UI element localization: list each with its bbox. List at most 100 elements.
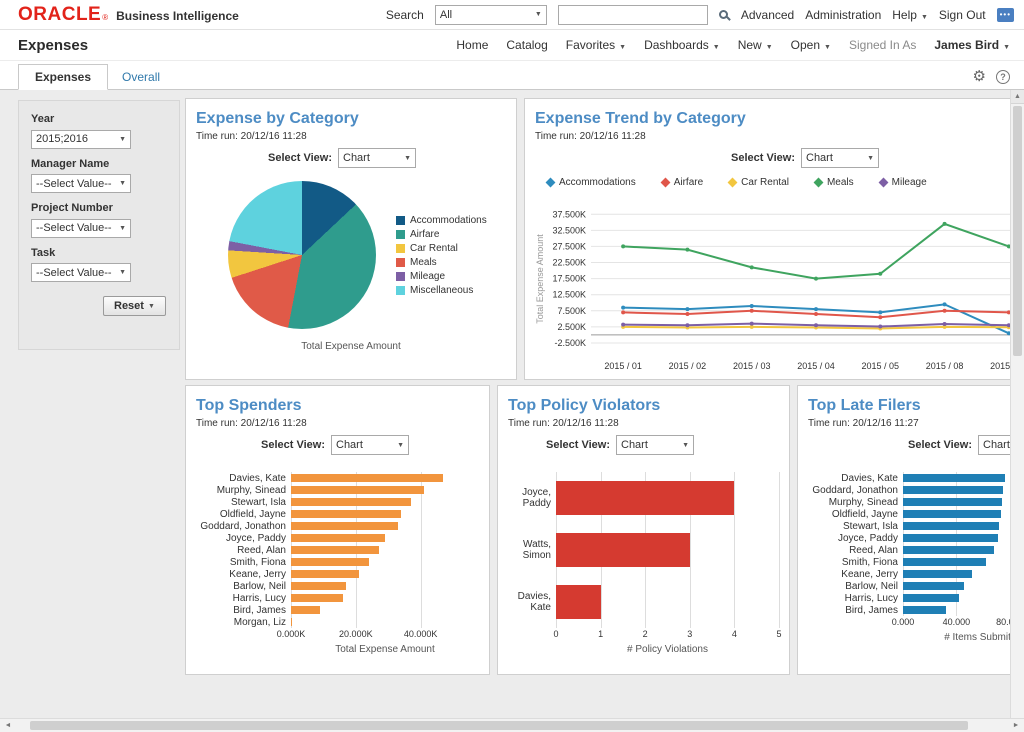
apps-icon[interactable]: ••• <box>997 8 1014 22</box>
bar[interactable] <box>903 558 986 566</box>
tab-expenses[interactable]: Expenses <box>18 64 108 90</box>
search-scope-dropdown[interactable]: All ▼ <box>435 5 547 25</box>
open-menu[interactable]: Open▼ <box>791 38 831 52</box>
bar-label: Joyce, Paddy <box>808 533 903 544</box>
year-label: Year <box>31 113 167 125</box>
pie-chart[interactable] <box>228 181 376 329</box>
chevron-down-icon: ▼ <box>148 303 155 310</box>
bar-track <box>903 570 1010 578</box>
favorites-menu[interactable]: Favorites▼ <box>566 38 626 52</box>
task-dropdown[interactable]: --Select Value-- ▼ <box>31 263 131 282</box>
legend-item: Airfare <box>396 229 487 240</box>
view-dropdown[interactable]: Chart ▼ <box>801 148 879 168</box>
bar[interactable] <box>291 546 379 554</box>
svg-text:2015 / 08: 2015 / 08 <box>926 361 964 371</box>
legend-label: Meals <box>410 257 437 268</box>
bar-label: Reed, Alan <box>196 545 291 556</box>
svg-text:2015 / 02: 2015 / 02 <box>669 361 707 371</box>
scroll-up-icon[interactable]: ▲ <box>1011 90 1024 104</box>
bar[interactable] <box>903 582 964 590</box>
tab-overall[interactable]: Overall <box>108 65 174 89</box>
x-tick: 1 <box>598 629 603 639</box>
bar[interactable] <box>291 618 292 626</box>
sign-out-link[interactable]: Sign Out <box>939 8 986 22</box>
bar[interactable] <box>903 534 998 542</box>
view-dropdown[interactable]: Chart ▼ <box>331 435 409 455</box>
search-icon[interactable] <box>719 10 728 19</box>
bar[interactable] <box>291 486 424 494</box>
legend-item: Car Rental <box>396 243 487 254</box>
vertical-scrollbar[interactable]: ▲ <box>1010 90 1024 718</box>
bar[interactable] <box>903 606 946 614</box>
bar[interactable] <box>291 474 443 482</box>
help-menu[interactable]: Help▼ <box>892 8 928 22</box>
bar[interactable] <box>291 522 398 530</box>
bar[interactable] <box>903 474 1005 482</box>
project-number-dropdown[interactable]: --Select Value-- ▼ <box>31 219 131 238</box>
bar-label: Reed, Alan <box>808 545 903 556</box>
bar-label: Bird, James <box>196 605 291 616</box>
user-menu[interactable]: James Bird▼ <box>934 38 1010 52</box>
help-icon[interactable]: ? <box>996 70 1010 84</box>
home-link[interactable]: Home <box>456 38 488 52</box>
bar[interactable] <box>556 533 690 567</box>
x-tick: 4 <box>732 629 737 639</box>
vertical-scroll-thumb[interactable] <box>1013 106 1022 356</box>
bar[interactable] <box>291 534 385 542</box>
panel-title: Expense Trend by Category <box>535 109 1010 129</box>
catalog-link[interactable]: Catalog <box>506 38 547 52</box>
bar[interactable] <box>903 486 1003 494</box>
x-tick: 80.000 <box>996 617 1010 627</box>
bar[interactable] <box>903 510 1001 518</box>
bar[interactable] <box>291 606 320 614</box>
bar[interactable] <box>903 522 999 530</box>
gear-icon[interactable]: ⚙ <box>973 69 986 84</box>
bar[interactable] <box>291 594 343 602</box>
violators-chart: Joyce, PaddyWatts, SimonDavies, Kate 012… <box>508 472 779 658</box>
scroll-right-icon[interactable]: ► <box>1008 722 1024 729</box>
legend-label: Car Rental <box>741 177 789 188</box>
new-menu[interactable]: New▼ <box>738 38 773 52</box>
bar-track <box>556 481 779 515</box>
legend-item: Car Rental <box>729 177 789 188</box>
view-dropdown[interactable]: Chart ▼ <box>616 435 694 455</box>
manager-name-value: --Select Value-- <box>36 178 112 190</box>
bar-track <box>903 486 1010 494</box>
reset-button[interactable]: Reset ▼ <box>103 296 166 316</box>
legend-label: Miscellaneous <box>410 285 473 296</box>
scroll-left-icon[interactable]: ◄ <box>0 722 16 729</box>
bar[interactable] <box>903 570 972 578</box>
legend-item: Accommodations <box>396 215 487 226</box>
reset-label: Reset <box>114 300 144 312</box>
advanced-link[interactable]: Advanced <box>741 8 794 22</box>
view-dropdown[interactable]: Chart ▼ <box>338 148 416 168</box>
legend-label: Accommodations <box>559 177 636 188</box>
bar[interactable] <box>903 594 959 602</box>
bar[interactable] <box>291 570 359 578</box>
bar[interactable] <box>291 510 401 518</box>
gridline <box>779 472 780 628</box>
view-dropdown[interactable]: Chart ▼ <box>978 435 1010 455</box>
horizontal-scroll-thumb[interactable] <box>30 721 968 730</box>
bar[interactable] <box>556 481 734 515</box>
dashboards-menu[interactable]: Dashboards▼ <box>644 38 720 52</box>
trend-plot[interactable]: 37.500K32.500K27.500K22.500K17.500K12.50… <box>535 191 1010 377</box>
year-dropdown[interactable]: 2015;2016 ▼ <box>31 130 131 149</box>
bar[interactable] <box>903 546 994 554</box>
bar-label: Goddard, Jonathon <box>808 485 903 496</box>
search-input[interactable] <box>558 5 708 25</box>
bar[interactable] <box>291 558 369 566</box>
legend-item: Mileage <box>880 177 927 188</box>
administration-link[interactable]: Administration <box>805 8 881 22</box>
chevron-down-icon: ▼ <box>867 155 874 162</box>
bar[interactable] <box>291 498 411 506</box>
manager-name-dropdown[interactable]: --Select Value-- ▼ <box>31 174 131 193</box>
legend-label: Accommodations <box>410 215 487 226</box>
bar-track <box>903 510 1010 518</box>
bar[interactable] <box>556 585 601 619</box>
registered-mark: ® <box>102 13 108 22</box>
bar[interactable] <box>903 498 1002 506</box>
bar[interactable] <box>291 582 346 590</box>
bar-track <box>291 594 479 602</box>
horizontal-scrollbar[interactable]: ◄ ► <box>0 718 1024 732</box>
